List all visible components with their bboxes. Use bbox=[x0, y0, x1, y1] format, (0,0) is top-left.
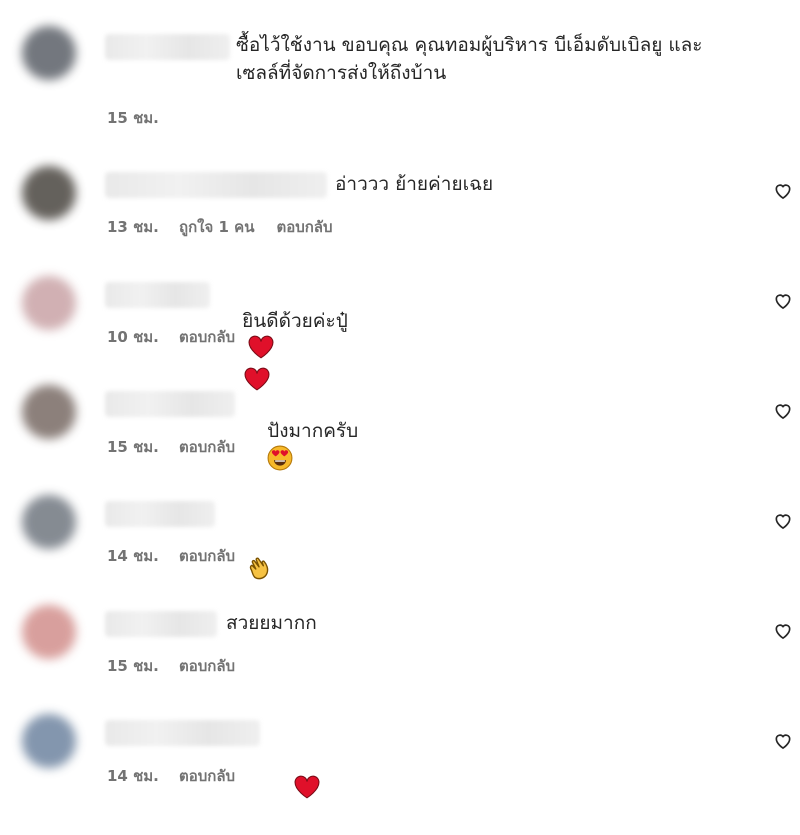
heart-outline-icon bbox=[775, 404, 791, 420]
reply-button[interactable]: ตอบกลับ bbox=[179, 325, 235, 349]
comment-text-body: ยินดีด้วยค่ะปู๋ bbox=[242, 310, 348, 332]
comment-time: 14 ชม. bbox=[107, 547, 159, 565]
avatar[interactable] bbox=[22, 385, 76, 439]
comment-meta: 15 ชม. ตอบกลับ bbox=[107, 654, 235, 678]
comment-time: 13 ชม. bbox=[107, 218, 159, 236]
red-heart-icon bbox=[248, 335, 274, 367]
comment-text: ปังมากครับ bbox=[243, 389, 358, 507]
username-blurred[interactable] bbox=[105, 172, 327, 198]
comment-text-body: ปังมากครับ bbox=[267, 420, 359, 442]
comment-text bbox=[270, 719, 320, 835]
username-blurred[interactable] bbox=[105, 611, 217, 637]
comment-meta: 13 ชม. ถูกใจ 1 คน ตอบกลับ bbox=[107, 215, 333, 239]
like-button[interactable] bbox=[773, 181, 793, 201]
like-button[interactable] bbox=[773, 731, 793, 751]
reply-button[interactable]: ตอบกลับ bbox=[179, 764, 235, 788]
heart-eyes-icon bbox=[267, 445, 293, 479]
like-count[interactable]: ถูกใจ 1 คน bbox=[179, 215, 254, 239]
comment-meta: 15 ชม. bbox=[107, 106, 179, 130]
comment-meta: 10 ชม. ตอบกลับ bbox=[107, 325, 235, 349]
reply-button[interactable]: ตอบกลับ bbox=[179, 435, 235, 459]
reply-button[interactable]: ตอบกลับ bbox=[276, 215, 332, 239]
username-blurred[interactable] bbox=[105, 391, 235, 417]
heart-outline-icon bbox=[775, 184, 791, 200]
comment-time: 15 ชม. bbox=[107, 657, 159, 675]
clapping-hands-icon bbox=[246, 555, 272, 591]
like-button[interactable] bbox=[773, 621, 793, 641]
comment-time: 14 ชม. bbox=[107, 767, 159, 785]
like-button[interactable] bbox=[773, 291, 793, 311]
avatar[interactable] bbox=[22, 26, 76, 80]
username-blurred[interactable] bbox=[105, 34, 230, 60]
username-blurred[interactable] bbox=[105, 282, 210, 308]
heart-outline-icon bbox=[775, 624, 791, 640]
comment-text: อ่าววว ย้ายค่ายเฉย bbox=[335, 173, 494, 195]
comment-text: สวยยมากก bbox=[226, 612, 317, 634]
comment-meta: 14 ชม. ตอบกลับ bbox=[107, 764, 235, 788]
reply-button[interactable]: ตอบกลับ bbox=[179, 654, 235, 678]
avatar[interactable] bbox=[22, 605, 76, 659]
comment-time: 15 ชม. bbox=[107, 438, 159, 456]
heart-outline-icon bbox=[775, 734, 791, 750]
comment-meta: 14 ชม. ตอบกลับ bbox=[107, 544, 235, 568]
like-button[interactable] bbox=[773, 401, 793, 421]
like-button[interactable] bbox=[773, 511, 793, 531]
username-blurred[interactable] bbox=[105, 501, 215, 527]
avatar[interactable] bbox=[22, 495, 76, 549]
reply-button[interactable]: ตอบกลับ bbox=[179, 544, 235, 568]
avatar[interactable] bbox=[22, 166, 76, 220]
username-blurred[interactable] bbox=[105, 720, 260, 746]
avatar[interactable] bbox=[22, 276, 76, 330]
comment-meta: 15 ชม. ตอบกลับ bbox=[107, 435, 235, 459]
comment-time: 15 ชม. bbox=[107, 109, 159, 127]
comment-text: ซื้อไว้ใช้งาน ขอบคุณ คุณทอมผู้บริหาร บีเ… bbox=[236, 34, 703, 84]
heart-outline-icon bbox=[775, 294, 791, 310]
red-heart-icon bbox=[294, 775, 320, 807]
avatar[interactable] bbox=[22, 714, 76, 768]
comment-time: 10 ชม. bbox=[107, 328, 159, 346]
heart-outline-icon bbox=[775, 514, 791, 530]
